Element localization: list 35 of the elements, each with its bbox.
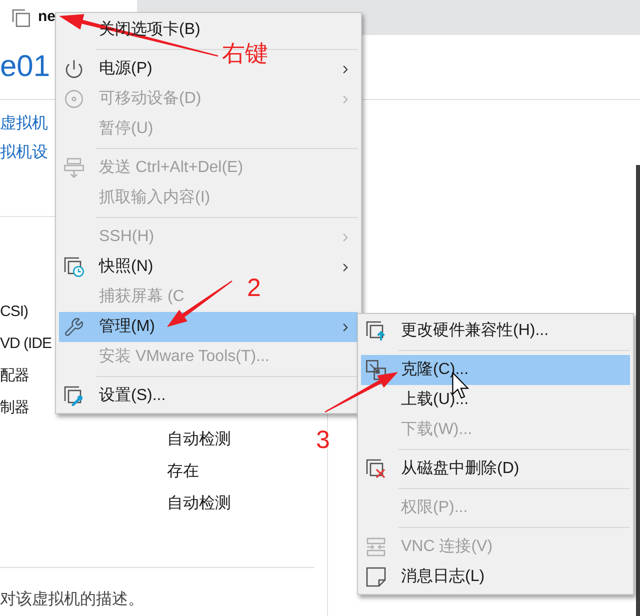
power-icon — [64, 59, 84, 79]
menu-item[interactable]: 管理(M) — [59, 312, 358, 342]
menu-item[interactable]: 设置(S)... — [59, 381, 170, 411]
connector-icon — [366, 537, 386, 557]
hardware-name: 配器 — [0, 366, 29, 386]
hardware-value: 自动检测 — [167, 430, 231, 450]
tab-window-icon — [12, 8, 30, 26]
overlapping-squares-icon — [366, 360, 386, 380]
stacked-boxes-arrow-icon — [64, 158, 84, 178]
vm-description: 对该虚拟机的描述。 — [0, 591, 144, 608]
annotation-arrow — [167, 280, 232, 327]
vm-title: e01 — [0, 52, 50, 82]
menu-item[interactable]: 更改硬件兼容性(H)... — [361, 316, 553, 346]
hardware-name: VD (IDE — [0, 334, 52, 354]
menu-item[interactable]: 上载(U)... — [361, 385, 473, 415]
hardware-name: 制器 — [0, 398, 29, 418]
annotation-label: 3 — [316, 428, 330, 453]
annotation-label: 右键 — [222, 42, 268, 65]
window-x-icon — [366, 459, 386, 479]
menu-item[interactable]: 克隆(C)... — [361, 355, 630, 385]
document-tab[interactable]: ne — [12, 6, 56, 29]
hardware-value: 自动检测 — [167, 494, 231, 514]
link[interactable]: 虚拟机 — [0, 114, 48, 133]
window-arrow-up-icon — [366, 321, 386, 341]
menu-item[interactable]: 消息日志(L) — [361, 562, 489, 592]
note-icon — [366, 567, 386, 587]
wrench-icon — [64, 317, 84, 337]
hardware-name: CSI) — [0, 302, 28, 322]
disc-icon — [64, 89, 84, 109]
annotation-label: 2 — [247, 276, 261, 301]
menu-item[interactable]: 从磁盘中删除(D) — [361, 454, 524, 484]
window-wrench-icon — [64, 386, 84, 406]
window-clock-icon — [64, 257, 84, 277]
link[interactable]: 拟机设 — [0, 143, 48, 162]
hardware-value: 存在 — [167, 462, 199, 482]
